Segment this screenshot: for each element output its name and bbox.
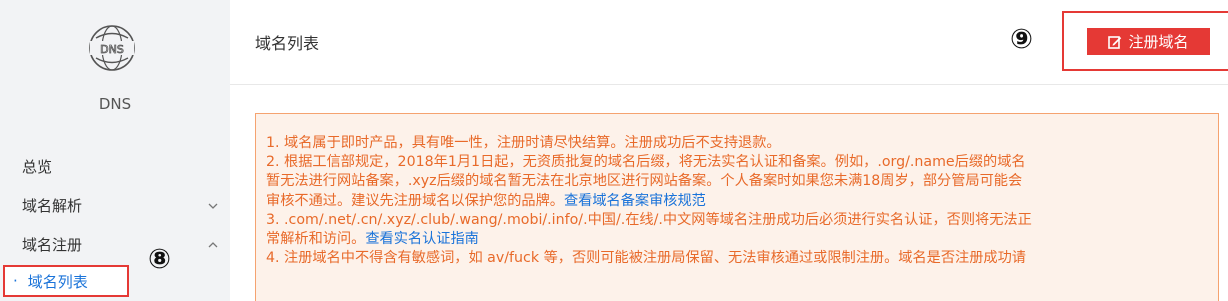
callout-8: ⑧ [148,244,171,275]
main-content: 域名列表 注册域名 1. 域名属于即时产品，具有唯一性，注册时请尽快结算。注册成… [230,0,1228,301]
notice-line: 1. 域名属于即时产品，具有唯一性，注册时请尽快结算。注册成功后不支持退款。 [266,135,781,151]
register-domain-button[interactable]: 注册域名 [1087,28,1210,55]
chevron-down-icon [208,203,218,209]
sidebar-item-overview[interactable]: 总览 [22,156,218,177]
sidebar-subitem-domain-list[interactable]: · 域名列表 [3,265,129,297]
notice-box: 1. 域名属于即时产品，具有唯一性，注册时请尽快结算。注册成功后不支持退款。 2… [255,113,1219,301]
sidebar-item-label: 域名解析 [22,197,83,215]
notice-line: 暂无法进行网站备案，.xyz后缀的域名暂无法在北京地区进行网站备案。个人备案时如… [266,173,1023,190]
register-button-label: 注册域名 [1128,34,1189,51]
notice-line: 4. 注册域名中不得含有敏感词，如 av/fuck 等，否则可能被注册局保留、无… [266,250,1026,267]
sidebar: DNS DNS 总览 域名解析 域名注册 · 域名列表 [0,0,230,301]
sidebar-item-label: 域名注册 [22,236,83,254]
sidebar-item-domain-register[interactable]: 域名注册 [22,234,218,255]
logo-text: DNS [100,43,124,56]
bullet: · [13,272,18,290]
edit-icon [1108,35,1122,49]
chevron-up-icon [208,241,218,247]
brand-name: DNS [98,95,132,113]
sidebar-item-label: 总览 [22,158,53,176]
filing-rules-link[interactable]: 查看域名备案审核规范 [564,193,706,209]
callout-9: ⑨ [1010,24,1033,55]
notice-line: 3. .com/.net/.cn/.xyz/.club/.wang/.mobi/… [266,211,1032,228]
page-title: 域名列表 [255,34,320,53]
dns-logo-icon: DNS [89,25,135,71]
notice-line: 常解析和访问。查看实名认证指南 [266,230,1208,249]
notice-text: 常解析和访问。 [266,231,366,248]
real-name-guide-link[interactable]: 查看实名认证指南 [365,231,479,247]
notice-text: 审核不通过。建议先注册域名以保护您的品牌。 [266,192,564,209]
notice-line: 2. 根据工信部规定，2018年1月1日起，无资质批复的域名后缀，将无法实名认证… [266,154,1026,171]
sidebar-subitem-label: 域名列表 [27,272,88,291]
register-highlight-box: 注册域名 [1062,11,1228,71]
sidebar-item-dns-resolve[interactable]: 域名解析 [22,195,218,216]
header-divider [230,84,1228,85]
notice-line: 审核不通过。建议先注册域名以保护您的品牌。查看域名备案审核规范 [266,192,1208,211]
